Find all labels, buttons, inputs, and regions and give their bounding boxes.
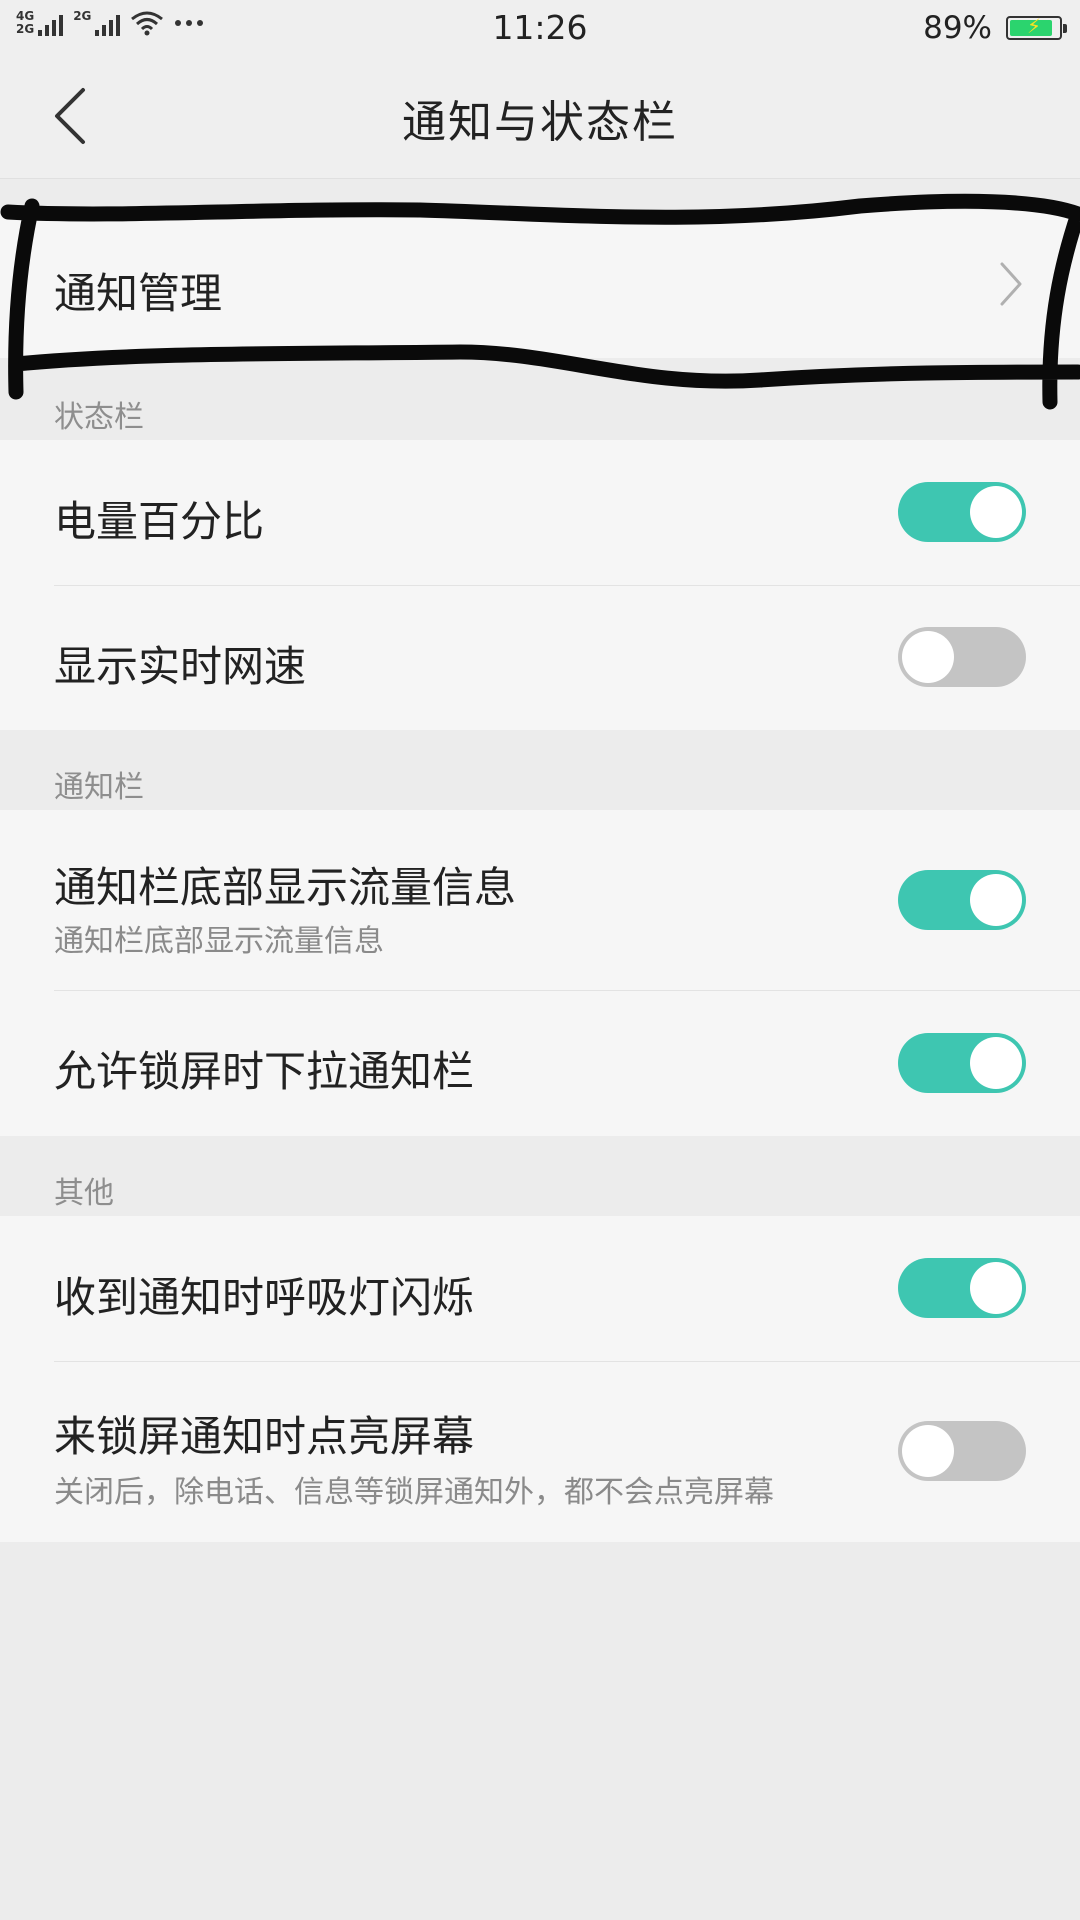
- bottom-traffic-label: 通知栏底部显示流量信息: [54, 863, 517, 912]
- breathing-light-label: 收到通知时呼吸灯闪烁: [54, 1273, 475, 1322]
- pull-on-lock-toggle[interactable]: [898, 1033, 1026, 1093]
- wake-screen-row: 来锁屏通知时点亮屏幕 关闭后，除电话、信息等锁屏通知外，都不会点亮屏幕: [0, 1361, 1080, 1542]
- toggle-knob: [970, 1262, 1022, 1314]
- wake-screen-sublabel: 关闭后，除电话、信息等锁屏通知外，都不会点亮屏幕: [54, 1475, 774, 1510]
- toggle-knob: [902, 631, 954, 683]
- breathing-light-toggle[interactable]: [898, 1258, 1026, 1318]
- realtime-speed-toggle[interactable]: [898, 627, 1026, 687]
- breathing-light-row: 收到通知时呼吸灯闪烁: [0, 1216, 1080, 1361]
- bottom-traffic-sublabel: 通知栏底部显示流量信息: [54, 924, 384, 959]
- section-header-notification-bar: 通知栏: [54, 770, 144, 805]
- section-header-other: 其他: [54, 1176, 114, 1211]
- wake-screen-label: 来锁屏通知时点亮屏幕: [54, 1412, 475, 1461]
- bottom-traffic-toggle[interactable]: [898, 870, 1026, 930]
- status-bar: 4G 2G 2G 11:26 89% ⚡: [0, 0, 1080, 56]
- battery-percentage-toggle[interactable]: [898, 482, 1026, 542]
- notification-management-label: 通知管理: [54, 269, 223, 318]
- notification-bar-group: 通知栏底部显示流量信息 通知栏底部显示流量信息 允许锁屏时下拉通知栏: [0, 810, 1080, 1136]
- toggle-knob: [902, 1425, 954, 1477]
- chevron-right-icon: [1000, 262, 1022, 306]
- wake-screen-toggle[interactable]: [898, 1421, 1026, 1481]
- battery-percentage-label: 电量百分比: [54, 497, 265, 546]
- title-bar: 通知与状态栏: [0, 56, 1080, 179]
- pull-on-lock-label: 允许锁屏时下拉通知栏: [54, 1047, 475, 1096]
- status-bar-group: 电量百分比 显示实时网速: [0, 440, 1080, 730]
- page-title: 通知与状态栏: [402, 97, 678, 148]
- bottom-traffic-row: 通知栏底部显示流量信息 通知栏底部显示流量信息: [0, 810, 1080, 990]
- toggle-knob: [970, 1037, 1022, 1089]
- battery-percentage-row: 电量百分比: [0, 440, 1080, 585]
- realtime-speed-row: 显示实时网速: [0, 585, 1080, 730]
- notification-management-row[interactable]: 通知管理: [0, 210, 1080, 358]
- status-icons-right: 89% ⚡: [923, 10, 1067, 46]
- toggle-knob: [970, 486, 1022, 538]
- battery-icon: ⚡: [1006, 14, 1067, 40]
- notification-management-group: 通知管理: [0, 210, 1080, 358]
- realtime-speed-label: 显示实时网速: [54, 642, 307, 691]
- other-group: 收到通知时呼吸灯闪烁 来锁屏通知时点亮屏幕 关闭后，除电话、信息等锁屏通知外，都…: [0, 1216, 1080, 1542]
- charging-bolt-icon: ⚡: [1026, 14, 1042, 38]
- toggle-knob: [970, 874, 1022, 926]
- clock: 11:26: [492, 8, 588, 47]
- pull-on-lock-row: 允许锁屏时下拉通知栏: [0, 990, 1080, 1136]
- battery-percentage-text: 89%: [923, 10, 992, 46]
- section-header-status-bar: 状态栏: [54, 400, 144, 435]
